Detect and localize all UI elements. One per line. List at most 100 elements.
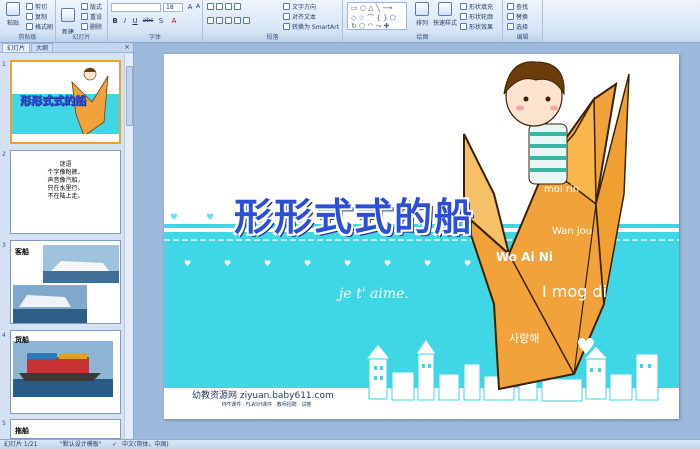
- clipboard-group: 粘贴 剪切 复制 格式刷 剪贴板: [0, 0, 56, 43]
- outline-icon: [460, 13, 467, 20]
- quick-styles-icon: [438, 2, 452, 16]
- cut-button[interactable]: 剪切: [26, 2, 47, 11]
- main-slide[interactable]: ♥ ♥ ♥ ♥ ♥ ♥ ♥ ♥ ♥ ♥ ♥ ♥ ♥ moi rin Wan jo…: [164, 54, 679, 419]
- panel-scroll-thumb[interactable]: [126, 66, 133, 126]
- copy-icon: [26, 13, 33, 20]
- select-button[interactable]: 选择: [507, 22, 528, 31]
- delete-slide-button[interactable]: 删除: [81, 22, 102, 31]
- riddle-text: 谜语 个字像粉裤， 声音像汽船， 只在水里行， 不在陆上走。: [47, 161, 84, 200]
- slide-thumbnail-4[interactable]: 货船: [10, 330, 121, 414]
- text-direction-icon: [283, 3, 290, 10]
- bold-button[interactable]: B: [111, 17, 119, 25]
- format-painter-button[interactable]: 格式刷: [26, 22, 53, 31]
- close-icon[interactable]: ×: [124, 43, 130, 52]
- shrink-font-icon[interactable]: A: [194, 3, 202, 11]
- drawing-group-label: 绘图: [343, 34, 502, 42]
- shapes-gallery[interactable]: ▭ ○ △ ╲ ⟶ ◇ ☆ ⌒ { } ⬠ ↻ ⬡ ◠ ⤳ ✚: [347, 2, 407, 30]
- editing-group-label: 编辑: [503, 34, 542, 42]
- check-icon: ✓: [112, 441, 118, 448]
- strikethrough-button[interactable]: abc: [141, 17, 155, 25]
- slides-panel: 幻灯片 大纲 × 1 形形式式的船 2 谜语 个字像粉裤， 声音像汽船， 只在水…: [0, 43, 134, 439]
- paste-button[interactable]: 粘贴: [2, 2, 24, 32]
- ribbon: 粘贴 剪切 复制 格式刷 剪贴板 新建 幻灯片 版式 重设 删除 幻灯片 18 …: [0, 0, 700, 43]
- paragraph-group-label: 段落: [203, 34, 342, 42]
- language-status[interactable]: 中文(简体，中国): [122, 440, 169, 449]
- slide-number-2: 2: [2, 151, 6, 158]
- arrange-button[interactable]: 排列: [411, 2, 433, 32]
- fill-icon: [460, 3, 467, 10]
- underline-button[interactable]: U: [131, 17, 139, 25]
- panel-tabs: 幻灯片 大纲 ×: [0, 43, 133, 53]
- slide-footer-sub: PPT课件 · FLASH课件 · 教师招聘 · 试卷: [222, 402, 312, 408]
- slide-number-4: 4: [2, 332, 6, 339]
- slide-thumbnail-5[interactable]: 拖船: [10, 419, 121, 439]
- slide-jetaime: je t' aime.: [339, 286, 409, 302]
- slides-group-label: 幻灯片: [56, 34, 107, 42]
- slide-number-5: 5: [2, 420, 6, 427]
- align-text-button[interactable]: 对齐文本: [283, 12, 316, 21]
- tab-slides[interactable]: 幻灯片: [2, 43, 31, 52]
- thumb4-label: 货船: [15, 336, 29, 344]
- font-color-icon[interactable]: A: [170, 17, 178, 25]
- status-bar: 幻灯片 1/21 "默认设计模板" ✓ 中文(简体，中国): [0, 439, 700, 449]
- shape-fill-button[interactable]: 形状填充: [460, 2, 493, 11]
- thumb3-label: 客船: [15, 248, 29, 256]
- reset-button[interactable]: 重设: [81, 12, 102, 21]
- svg-text:♥: ♥: [464, 259, 471, 268]
- word-wo-ai-ni: Wo Ai Ni: [496, 250, 553, 264]
- text-direction-button[interactable]: 文字方向: [283, 2, 316, 11]
- svg-text:♥: ♥: [184, 259, 191, 268]
- align-icons[interactable]: [207, 17, 250, 24]
- slide-thumbnail-3[interactable]: 客船: [10, 240, 121, 324]
- thumb5-label: 拖船: [15, 427, 29, 435]
- svg-text:♥: ♥: [224, 259, 231, 268]
- find-button[interactable]: 查找: [507, 2, 528, 11]
- slide-number-1: 1: [2, 61, 6, 68]
- cursor-icon: [507, 23, 514, 30]
- tab-outline[interactable]: 大纲: [31, 43, 54, 52]
- font-name-combo[interactable]: [111, 3, 161, 12]
- theme-status: "默认设计模板": [60, 441, 102, 448]
- slide-thumbnail-2[interactable]: 谜语 个字像粉裤， 声音像汽船， 只在水里行， 不在陆上走。: [10, 150, 121, 234]
- quick-styles-button[interactable]: 快速样式: [433, 2, 457, 32]
- slide-number-3: 3: [2, 242, 6, 249]
- slide-footer: 幼教资源网 ziyuan.baby611.com: [192, 391, 334, 401]
- slides-group: 新建 幻灯片 版式 重设 删除 幻灯片: [56, 0, 108, 43]
- shape-outline-button[interactable]: 形状轮廓: [460, 12, 493, 21]
- svg-text:♥: ♥: [264, 259, 271, 268]
- paste-icon: [6, 2, 20, 16]
- effects-icon: [460, 23, 467, 30]
- svg-text:♥: ♥: [384, 259, 391, 268]
- word-saranghae: 사랑해: [509, 332, 540, 345]
- panel-scrollbar[interactable]: [124, 54, 133, 438]
- brush-icon: [26, 23, 33, 30]
- arrange-icon: [415, 2, 429, 16]
- convert-smartart-button[interactable]: 转换为 SmartArt: [283, 22, 339, 31]
- smartart-icon: [283, 23, 290, 30]
- new-slide-icon: [61, 8, 75, 22]
- binoculars-icon: [507, 3, 514, 10]
- slide-title[interactable]: 形形式式的船: [234, 186, 594, 241]
- italic-button[interactable]: I: [121, 17, 129, 25]
- thumb1-title: 形形式式的船: [20, 94, 86, 107]
- bullets-icon[interactable]: [207, 3, 241, 10]
- clipboard-group-label: 剪贴板: [0, 34, 55, 42]
- svg-text:♥: ♥: [170, 213, 178, 223]
- new-slide-button[interactable]: 新建 幻灯片: [58, 2, 78, 42]
- replace-button[interactable]: 替换: [507, 12, 528, 21]
- font-size-combo[interactable]: 18: [163, 3, 183, 12]
- svg-text:♥: ♥: [304, 259, 311, 268]
- delete-icon: [81, 23, 88, 30]
- grow-font-icon[interactable]: A: [186, 3, 194, 11]
- svg-text:♥: ♥: [344, 259, 351, 268]
- svg-text:♥: ♥: [206, 213, 214, 223]
- slide-thumbnail-1[interactable]: 形形式式的船: [10, 60, 121, 144]
- replace-icon: [507, 13, 514, 20]
- shadow-button[interactable]: S: [157, 17, 165, 25]
- svg-text:♥: ♥: [424, 259, 431, 268]
- paragraph-group: 文字方向 对齐文本 转换为 SmartArt 段落: [203, 0, 343, 43]
- shape-effects-button[interactable]: 形状效果: [460, 22, 493, 31]
- copy-button[interactable]: 复制: [26, 12, 47, 21]
- layout-button[interactable]: 版式: [81, 2, 102, 11]
- font-group-label: 字体: [108, 34, 202, 42]
